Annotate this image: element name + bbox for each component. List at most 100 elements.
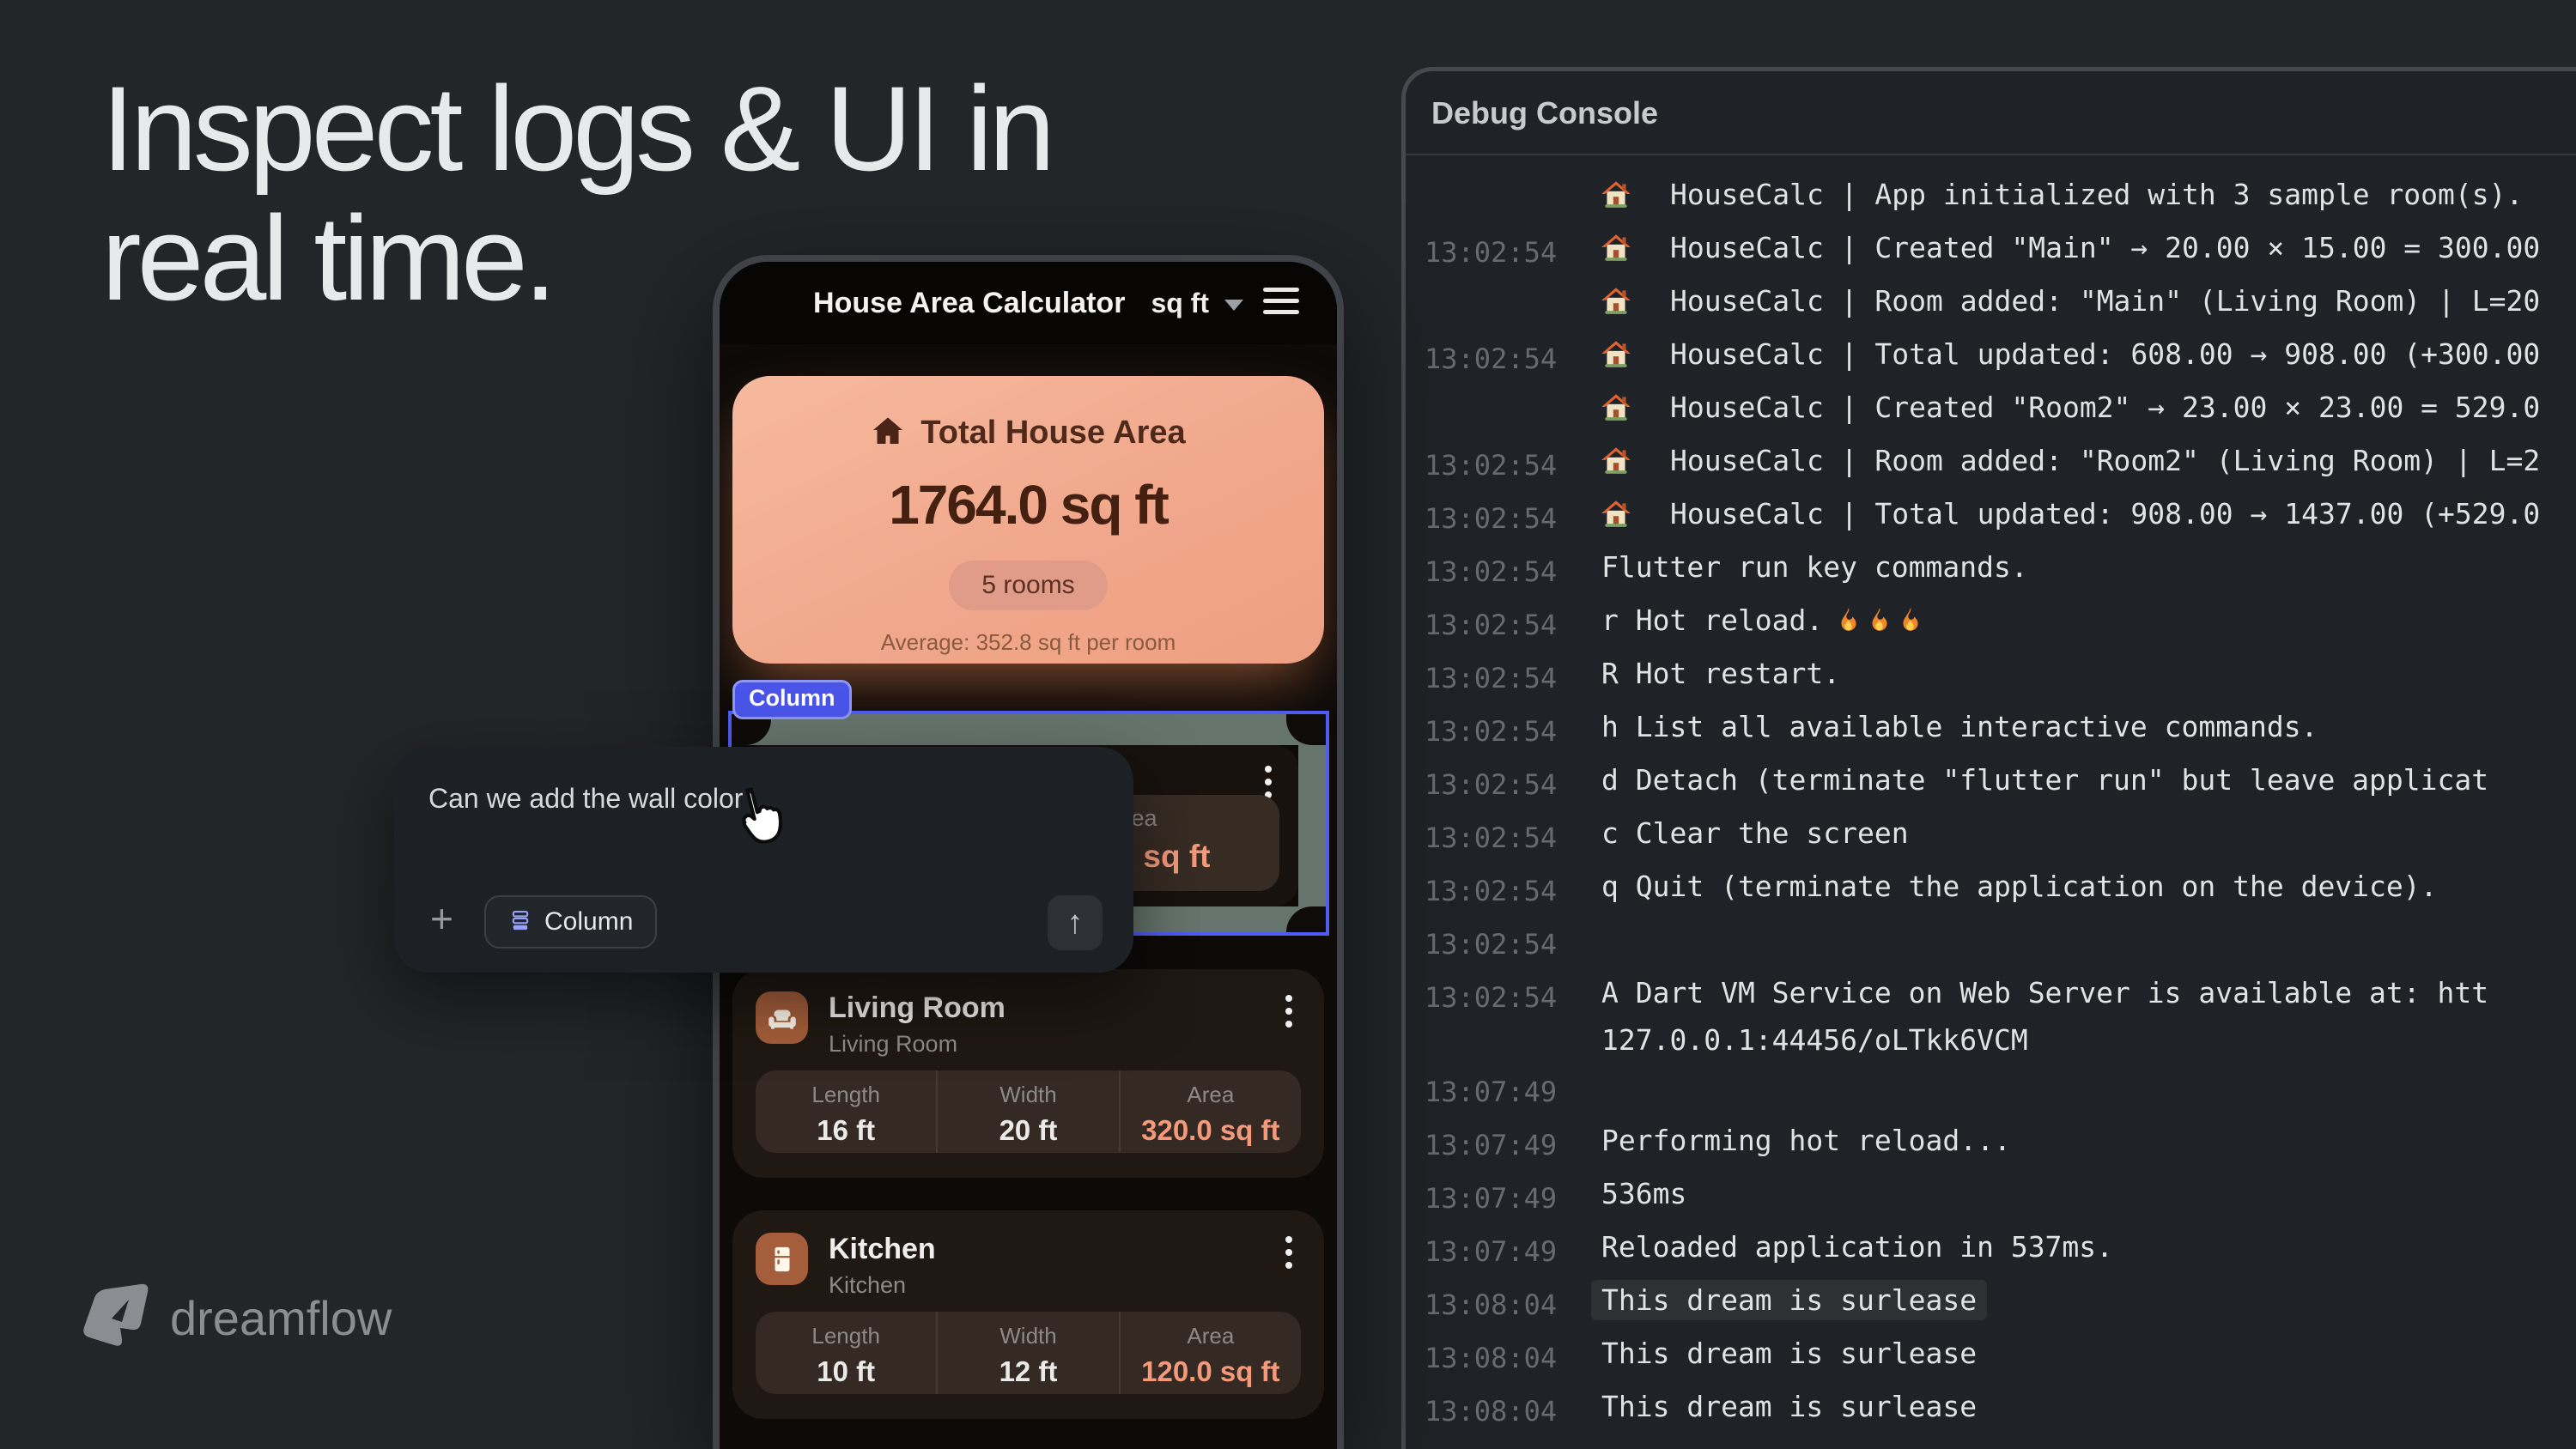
hand-cursor-icon bbox=[722, 775, 801, 866]
rooms-count-badge: 5 rooms bbox=[949, 561, 1107, 610]
room-type: Living Room bbox=[829, 1031, 957, 1058]
console-title: Debug Console bbox=[1406, 71, 2576, 154]
room-card-living: Living Room Living Room Length 16 ft Wid… bbox=[732, 969, 1324, 1178]
log-row: 13:02:54q Quit (terminate the applicatio… bbox=[1406, 859, 2576, 912]
log-message: q Quit (terminate the application on the… bbox=[1577, 870, 2438, 903]
log-message: R Hot restart. bbox=[1577, 657, 1840, 690]
log-message: HouseCalc | Total updated: 608.00 → 908.… bbox=[1653, 337, 2540, 371]
chevron-down-icon bbox=[1224, 300, 1243, 311]
room-card-kitchen: Kitchen Kitchen Length 10 ft Width 12 ft… bbox=[732, 1210, 1324, 1419]
padding-highlight-right bbox=[1298, 745, 1326, 906]
log-row: 13:02:54d Detach (terminate "flutter run… bbox=[1406, 753, 2576, 806]
house-icon bbox=[871, 414, 905, 452]
width-value: 12 ft bbox=[938, 1355, 1118, 1388]
log-timestamp: 13:02:54 bbox=[1425, 609, 1577, 641]
brand-name: dreamflow bbox=[170, 1290, 392, 1346]
area-label: Area bbox=[1121, 1082, 1301, 1108]
house-emoji-icon bbox=[1577, 391, 1653, 423]
house-emoji-icon bbox=[1577, 284, 1653, 317]
log-row: 13:02:54 HouseCalc | Total updated: 608.0… bbox=[1406, 327, 2576, 380]
log-row: 13:02:54r Hot reload. bbox=[1406, 593, 2576, 646]
log-row: 13:02:54 bbox=[1406, 912, 2576, 966]
log-row: 127.0.0.1:44456/oLTkk6VCM bbox=[1406, 1019, 2576, 1060]
log-message: d Detach (terminate "flutter run" but le… bbox=[1577, 763, 2488, 797]
log-row: 13:08:04This dream is surlease bbox=[1406, 1273, 2576, 1326]
chat-prompt-overlay: Can we add the wall color + Column ↑ bbox=[394, 747, 1133, 973]
fridge-icon bbox=[756, 1233, 808, 1285]
log-message: HouseCalc | Room added: "Main" (Living R… bbox=[1653, 284, 2540, 318]
brand: dreamflow bbox=[79, 1282, 392, 1354]
log-message: c Clear the screen bbox=[1577, 816, 1909, 850]
chip-label: Column bbox=[544, 907, 633, 937]
log-timestamp: 13:02:54 bbox=[1425, 502, 1577, 535]
log-timestamp: 13:02:54 bbox=[1425, 555, 1577, 588]
house-emoji-icon bbox=[1577, 497, 1653, 530]
kebab-menu-icon[interactable] bbox=[1285, 995, 1293, 1028]
log-row: 13:02:54c Clear the screen bbox=[1406, 806, 2576, 859]
log-message: HouseCalc | App initialized with 3 sampl… bbox=[1653, 178, 2523, 211]
log-timestamp: 13:02:54 bbox=[1425, 981, 1577, 1014]
menu-icon[interactable] bbox=[1263, 288, 1299, 314]
log-row: 13:08:04This dream is surlease bbox=[1406, 1326, 2576, 1379]
log-row: 13:02:54A Dart VM Service on Web Server … bbox=[1406, 966, 2576, 1019]
width-label: Width bbox=[938, 1082, 1118, 1108]
total-area-value: 1764.0 sq ft bbox=[732, 473, 1324, 537]
log-message: This dream is surlease bbox=[1577, 1390, 1977, 1423]
column-context-chip[interactable]: Column bbox=[484, 895, 657, 949]
log-timestamp: 13:07:49 bbox=[1425, 1182, 1577, 1215]
send-button[interactable]: ↑ bbox=[1048, 895, 1103, 950]
log-message: Flutter run key commands. bbox=[1577, 550, 2028, 584]
length-label: Length bbox=[756, 1323, 936, 1349]
log-timestamp: 13:02:54 bbox=[1425, 662, 1577, 694]
log-message: This dream is surlease bbox=[1577, 1337, 1977, 1370]
fire-icons bbox=[1835, 606, 1924, 634]
room-name: Kitchen bbox=[829, 1233, 936, 1266]
log-row: 13:02:54HouseCalc | Room added: "Room2" … bbox=[1406, 433, 2576, 487]
debug-console-panel[interactable]: Debug Console HouseCalc | App initialize… bbox=[1401, 67, 2576, 1449]
log-timestamp: 13:07:49 bbox=[1425, 1129, 1577, 1161]
plus-icon[interactable]: + bbox=[430, 899, 453, 938]
area-value: 320.0 sq ft bbox=[1121, 1114, 1301, 1147]
area-label: Area bbox=[1121, 1323, 1301, 1349]
log-row: 13:02:54h List all available interactive… bbox=[1406, 700, 2576, 753]
unit-label: sq ft bbox=[1151, 288, 1209, 319]
log-timestamp: 13:02:54 bbox=[1425, 343, 1577, 375]
width-value: 20 ft bbox=[938, 1114, 1118, 1147]
log-row: 13:08:04This dream is surlease bbox=[1406, 1379, 2576, 1433]
sofa-icon bbox=[756, 991, 808, 1044]
length-value: 10 ft bbox=[756, 1355, 936, 1388]
log-message: 127.0.0.1:44456/oLTkk6VCM bbox=[1577, 1023, 2028, 1057]
log-timestamp: 13:08:04 bbox=[1425, 1395, 1577, 1428]
house-emoji-icon bbox=[1577, 337, 1653, 370]
room-stats: Length 16 ft Width 20 ft Area 320.0 sq f… bbox=[756, 1070, 1301, 1153]
log-message: 536ms bbox=[1577, 1177, 1686, 1210]
chat-message-text[interactable]: Can we add the wall color bbox=[428, 783, 743, 815]
area-value: 120.0 sq ft bbox=[1121, 1355, 1301, 1388]
log-message: HouseCalc | Total updated: 908.00 → 1437… bbox=[1653, 497, 2540, 530]
length-value: 16 ft bbox=[756, 1114, 936, 1147]
house-emoji-icon bbox=[1577, 444, 1653, 476]
log-timestamp: 13:02:54 bbox=[1425, 715, 1577, 748]
headline-line1: Inspect logs & UI in bbox=[101, 64, 1051, 193]
log-timestamp: 13:02:54 bbox=[1425, 236, 1577, 269]
width-label: Width bbox=[938, 1323, 1118, 1349]
kebab-menu-icon[interactable] bbox=[1285, 1236, 1293, 1269]
log-message: This dream is surlease bbox=[1591, 1280, 1987, 1320]
log-row: HouseCalc | App initialized with 3 sampl… bbox=[1406, 167, 2576, 221]
log-message: h List all available interactive command… bbox=[1577, 710, 2318, 743]
log-timestamp: 13:07:49 bbox=[1425, 1235, 1577, 1268]
room-stats: Length 10 ft Width 12 ft Area 120.0 sq f… bbox=[756, 1312, 1301, 1394]
length-label: Length bbox=[756, 1082, 936, 1108]
log-row: 13:07:49 bbox=[1406, 1060, 2576, 1113]
kebab-menu-icon[interactable] bbox=[1264, 766, 1273, 798]
log-row: 13:02:54HouseCalc | Created "Main" → 20.… bbox=[1406, 221, 2576, 274]
log-timestamp: 13:02:54 bbox=[1425, 768, 1577, 801]
total-area-title: Total House Area bbox=[920, 415, 1185, 452]
log-row: 13:02:54 HouseCalc | Total updated: 908.0… bbox=[1406, 487, 2576, 540]
unit-selector[interactable]: sq ft bbox=[1151, 288, 1243, 319]
log-message: HouseCalc | Room added: "Room2" (Living … bbox=[1653, 444, 2540, 477]
log-row: HouseCalc | Created "Room2" → 23.00 × 23… bbox=[1406, 380, 2576, 433]
log-row: 13:02:54R Hot restart. bbox=[1406, 646, 2576, 700]
log-row: 13:07:49Performing hot reload... bbox=[1406, 1113, 2576, 1167]
log-message: Reloaded application in 537ms. bbox=[1577, 1230, 2113, 1264]
